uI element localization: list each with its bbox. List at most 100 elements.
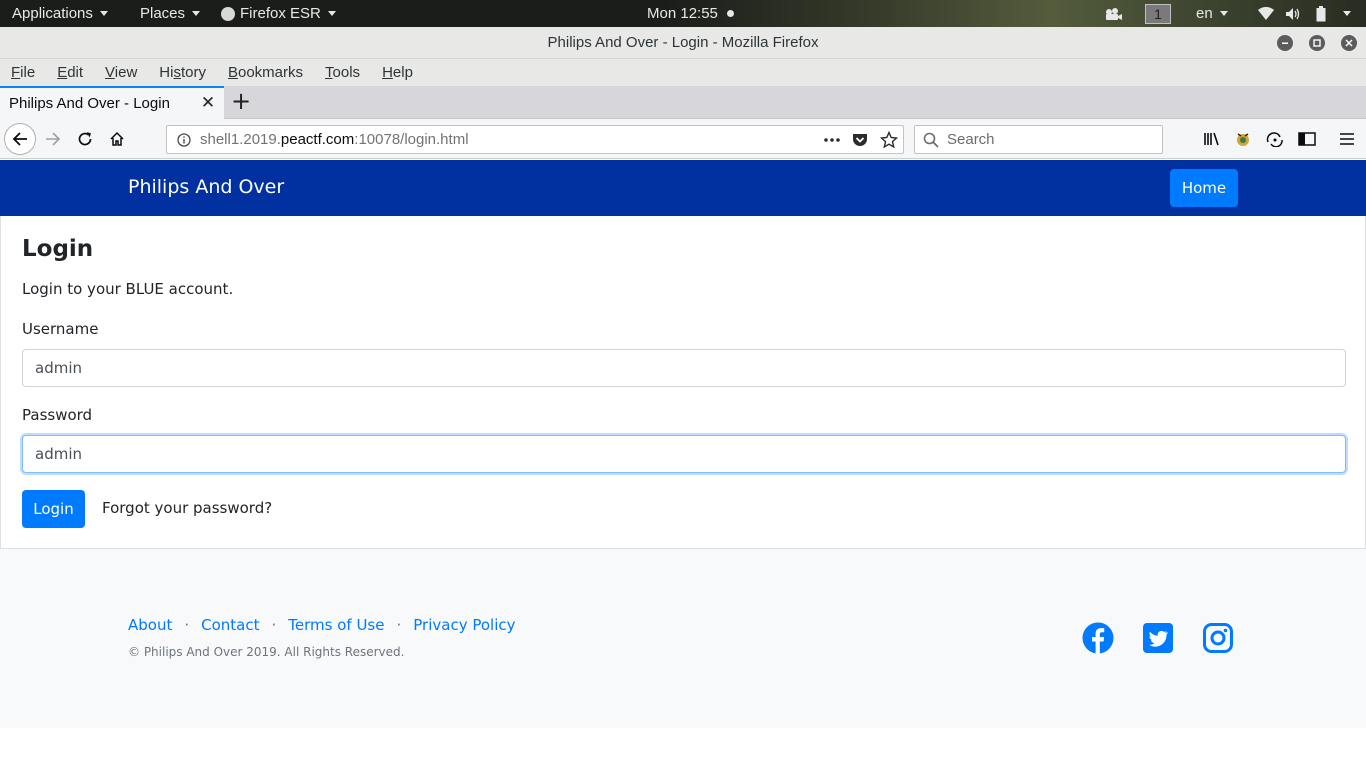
sync-button[interactable] [1260, 124, 1290, 154]
footer-link-contact[interactable]: Contact [201, 616, 259, 634]
reload-button[interactable] [70, 124, 100, 154]
close-icon [1345, 39, 1353, 47]
footer-separator: · [271, 616, 277, 634]
new-tab-button[interactable]: + [228, 89, 254, 115]
firefox-icon [221, 6, 235, 21]
menu-bar: File Edit View History Bookmarks Tools H… [0, 59, 1366, 86]
pocket-icon[interactable] [852, 132, 868, 148]
footer-separator: · [184, 616, 190, 634]
back-button[interactable] [4, 123, 36, 155]
username-field[interactable]: admin [22, 349, 1346, 387]
extension-button[interactable] [1228, 124, 1258, 154]
forward-button[interactable] [38, 124, 68, 154]
footer-link-terms[interactable]: Terms of Use [288, 616, 384, 634]
instagram-icon[interactable] [1202, 622, 1234, 654]
close-tab-icon[interactable]: ✕ [200, 94, 216, 111]
sync-icon [1266, 132, 1283, 147]
login-description: Login to your BLUE account. [22, 280, 234, 298]
chevron-down-icon [1343, 11, 1351, 16]
footer-links: About · Contact · Terms of Use · Privacy… [128, 616, 516, 634]
chevron-down-icon [327, 11, 336, 16]
twitter-icon[interactable] [1142, 622, 1174, 654]
battery-icon[interactable] [1316, 0, 1326, 27]
tab-active[interactable]: Philips And Over - Login ✕ [0, 86, 224, 119]
workspace-number: 1 [1145, 3, 1171, 24]
minimize-button[interactable] [1277, 35, 1293, 51]
login-card: Login Login to your BLUE account. Userna… [0, 216, 1366, 549]
chevron-down-icon [1219, 11, 1228, 16]
sidebar-button[interactable] [1292, 124, 1322, 154]
hamburger-icon [1340, 133, 1354, 145]
video-camera-icon[interactable] [1104, 0, 1122, 27]
close-window-button[interactable] [1341, 35, 1357, 51]
library-button[interactable] [1197, 124, 1227, 154]
workspace-indicator[interactable]: 1 [1145, 0, 1171, 27]
places-menu[interactable]: Places [140, 0, 201, 27]
url-text[interactable]: shell1.2019.peactf.com:10078/login.html [200, 126, 469, 153]
window-title: Philips And Over - Login - Mozilla Firef… [547, 34, 819, 51]
menu-tools[interactable]: Tools [314, 59, 371, 86]
facebook-icon[interactable] [1082, 622, 1114, 654]
home-button[interactable] [102, 124, 132, 154]
menu-file[interactable]: File [0, 59, 46, 86]
reload-icon [78, 132, 92, 146]
home-icon [110, 131, 124, 146]
menu-bookmarks[interactable]: Bookmarks [217, 59, 314, 86]
language-menu[interactable]: en [1196, 0, 1228, 27]
library-icon [1204, 132, 1219, 146]
menu-history[interactable]: History [148, 59, 217, 86]
menu-edit[interactable]: Edit [46, 59, 94, 86]
firefox-app-label: Firefox ESR [240, 5, 321, 22]
page-actions-icon[interactable] [824, 138, 840, 142]
site-brand[interactable]: Philips And Over [128, 160, 284, 214]
page-title: Login [22, 236, 94, 262]
clock[interactable]: Mon 12:55 [647, 0, 734, 27]
site-footer: About · Contact · Terms of Use · Privacy… [0, 549, 1366, 728]
page-viewport: Philips And Over Home Login Login to you… [0, 160, 1366, 768]
minimize-icon [1282, 42, 1288, 44]
footer-separator: · [396, 616, 402, 634]
info-icon[interactable] [177, 133, 191, 147]
window-titlebar[interactable]: Philips And Over - Login - Mozilla Firef… [0, 27, 1366, 59]
tab-strip: Philips And Over - Login ✕ + [0, 86, 1366, 119]
password-field[interactable]: admin [22, 435, 1346, 473]
applications-menu[interactable]: Applications [12, 0, 108, 27]
maximize-icon [1313, 39, 1321, 47]
places-label: Places [140, 5, 186, 22]
forgot-password-link[interactable]: Forgot your password? [102, 499, 272, 517]
hamburger-menu-button[interactable] [1332, 124, 1362, 154]
extension-icon [1237, 133, 1249, 146]
search-icon [923, 132, 939, 148]
notification-dot-icon [726, 10, 734, 17]
username-label: Username [22, 320, 99, 338]
login-button[interactable]: Login [22, 490, 85, 528]
url-bar[interactable]: shell1.2019.peactf.com:10078/login.html [166, 125, 904, 154]
maximize-button[interactable] [1309, 35, 1325, 51]
system-menu[interactable] [1341, 0, 1351, 27]
navigation-toolbar: shell1.2019.peactf.com:10078/login.html … [0, 119, 1366, 159]
password-label: Password [22, 406, 93, 424]
language-label: en [1196, 5, 1213, 22]
system-top-panel: Applications Places Firefox ESR Mon 12:5… [0, 0, 1366, 27]
home-nav-button[interactable]: Home [1170, 169, 1238, 207]
bookmark-star-icon[interactable] [880, 131, 898, 149]
footer-link-privacy[interactable]: Privacy Policy [413, 616, 515, 634]
footer-link-about[interactable]: About [128, 616, 172, 634]
tab-title: Philips And Over - Login [9, 95, 170, 112]
menu-help[interactable]: Help [371, 59, 424, 86]
applications-label: Applications [12, 5, 93, 22]
chevron-down-icon [192, 11, 201, 16]
arrow-right-icon [46, 132, 61, 146]
firefox-app-menu[interactable]: Firefox ESR [221, 0, 336, 27]
copyright-text: © Philips And Over 2019. All Rights Rese… [128, 645, 405, 659]
volume-icon[interactable] [1285, 0, 1301, 27]
search-bar[interactable]: Search [914, 125, 1163, 154]
sidebar-icon [1298, 132, 1316, 146]
search-placeholder: Search [947, 131, 995, 148]
wifi-icon[interactable] [1258, 0, 1274, 27]
menu-view[interactable]: View [94, 59, 148, 86]
clock-label: Mon 12:55 [647, 5, 718, 22]
chevron-down-icon [99, 11, 108, 16]
site-navbar: Philips And Over Home [0, 160, 1366, 216]
arrow-left-icon [12, 132, 27, 146]
